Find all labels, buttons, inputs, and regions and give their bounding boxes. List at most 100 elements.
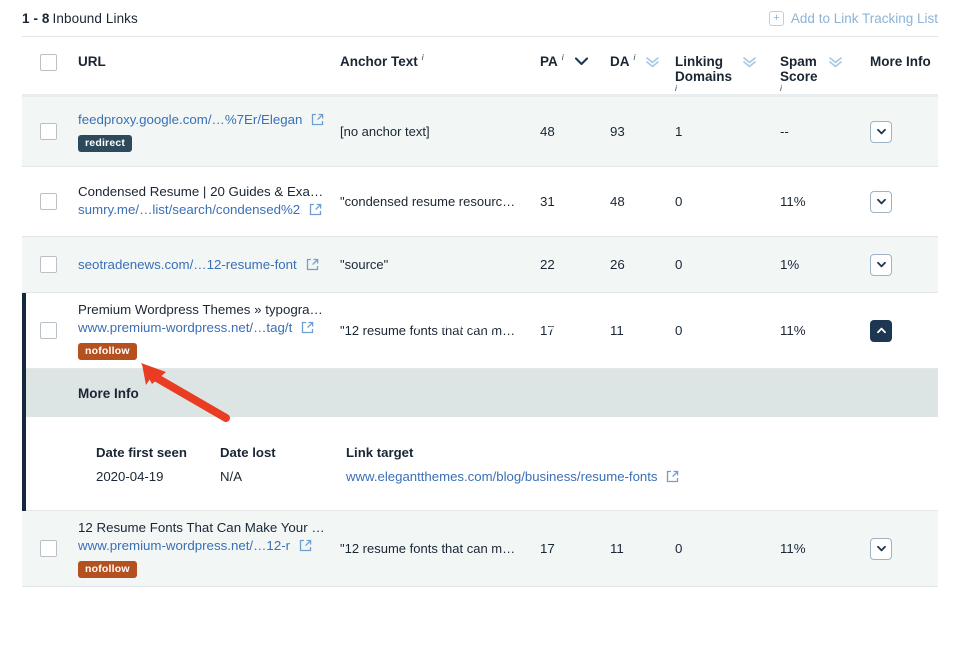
table-row[interactable]: seotradenews.com/…12-resume-font "source… — [22, 237, 938, 293]
table-row[interactable]: 12 Resume Fonts That Can Make Your … www… — [22, 511, 938, 587]
row-anchor-cell: [no anchor text] — [340, 124, 540, 139]
select-all-checkbox[interactable] — [40, 54, 57, 71]
row-url-cell: Condensed Resume | 20 Guides & Exa… sumr… — [78, 184, 340, 219]
row-expand-button[interactable] — [870, 538, 892, 560]
sort-chevron-down-icon-spam-score[interactable] — [828, 56, 843, 68]
row-more-info-cell — [870, 320, 960, 342]
row-badge-nofollow: nofollow — [78, 561, 137, 578]
row-spam-score-value: 11% — [780, 323, 870, 338]
row-url-text: seotradenews.com/…12-resume-font — [78, 257, 297, 272]
row-url-link[interactable]: feedproxy.google.com/…%7Er/Elegan — [78, 112, 324, 127]
column-header-spam-score-label: Spam Score i — [780, 54, 818, 94]
row-anchor-cell: "12 resume fonts that can m… — [340, 541, 540, 556]
external-link-icon[interactable] — [306, 258, 319, 271]
toolbar: 1 - 8Inbound Links + Add to Link Trackin… — [0, 0, 960, 36]
results-range: 1 - 8 — [22, 11, 50, 26]
row-checkbox[interactable] — [40, 256, 57, 273]
column-header-pa-label: PA — [540, 54, 558, 69]
row-badge-redirect: redirect — [78, 135, 132, 152]
row-pa-value: 22 — [540, 257, 610, 272]
row-more-info-cell — [870, 121, 960, 143]
expanded-row-accent-bar — [22, 293, 26, 511]
spam-score-line2: Score — [780, 69, 818, 84]
column-header-pa[interactable]: PA i — [540, 54, 610, 69]
add-to-link-tracking-list-button[interactable]: + Add to Link Tracking List — [769, 11, 938, 26]
row-more-info-cell — [870, 538, 960, 560]
row-url-link[interactable]: seotradenews.com/…12-resume-font — [78, 257, 319, 272]
expanded-row-group: Premium Wordpress Themes » typogra… www.… — [22, 293, 938, 511]
table-row[interactable]: feedproxy.google.com/…%7Er/Elegan redire… — [22, 97, 938, 167]
row-checkbox[interactable] — [40, 193, 57, 210]
column-header-da-label: DA — [610, 54, 630, 69]
row-anchor-text: "condensed resume resourc… — [340, 194, 530, 209]
row-anchor-text: "12 resume fonts that can m… — [340, 323, 530, 338]
external-link-icon[interactable] — [309, 203, 322, 216]
info-icon-anchor-text[interactable]: i — [422, 53, 424, 63]
column-header-url[interactable]: URL — [78, 54, 340, 69]
sort-chevron-down-icon-linking-domains[interactable] — [742, 56, 757, 68]
external-link-icon[interactable] — [666, 470, 679, 483]
select-all-cell[interactable] — [22, 54, 78, 71]
info-icon-spam-score[interactable]: i — [780, 84, 818, 94]
row-da-value: 11 — [610, 541, 675, 556]
info-icon-pa[interactable]: i — [562, 53, 564, 63]
column-header-da[interactable]: DA i — [610, 54, 675, 69]
info-icon-linking-domains[interactable]: i — [675, 84, 732, 94]
date-first-seen-field: Date first seen 2020-04-19 — [96, 445, 220, 484]
column-header-anchor-text[interactable]: Anchor Text i — [340, 54, 540, 69]
row-collapse-button[interactable] — [870, 320, 892, 342]
column-header-linking-domains[interactable]: Linking Domains i — [675, 54, 780, 94]
row-anchor-text: "12 resume fonts that can m… — [340, 541, 530, 556]
column-header-more-info-label: More Info — [870, 54, 931, 69]
row-badge-nofollow: nofollow — [78, 343, 137, 360]
row-select-cell[interactable] — [22, 123, 78, 140]
linking-domains-line2: Domains — [675, 69, 732, 84]
inbound-links-table: URL Anchor Text i PA i DA i Linking Doma… — [22, 36, 938, 587]
results-count: 1 - 8Inbound Links — [22, 11, 138, 26]
link-target-link[interactable]: www.elegantthemes.com/blog/business/resu… — [346, 469, 679, 484]
row-spam-score-value: 1% — [780, 257, 870, 272]
column-header-spam-score[interactable]: Spam Score i — [780, 54, 870, 94]
row-select-cell[interactable] — [22, 322, 78, 339]
sort-chevron-down-icon-pa[interactable] — [574, 56, 589, 67]
row-linking-domains-value: 0 — [675, 541, 780, 556]
row-pa-value: 48 — [540, 124, 610, 139]
row-linking-domains-value: 0 — [675, 323, 780, 338]
row-url-text: www.premium-wordpress.net/…tag/t — [78, 320, 292, 335]
row-da-value: 93 — [610, 124, 675, 139]
row-url-link[interactable]: www.premium-wordpress.net/…12-r — [78, 538, 312, 553]
row-expand-button[interactable] — [870, 121, 892, 143]
row-url-cell: Premium Wordpress Themes » typogra… www.… — [78, 302, 340, 360]
info-icon-da[interactable]: i — [634, 53, 636, 63]
row-expand-button[interactable] — [870, 191, 892, 213]
row-checkbox[interactable] — [40, 540, 57, 557]
table-row[interactable]: Premium Wordpress Themes » typogra… www.… — [22, 293, 938, 369]
table-header-row: URL Anchor Text i PA i DA i Linking Doma… — [22, 37, 938, 97]
table-row[interactable]: Condensed Resume | 20 Guides & Exa… sumr… — [22, 167, 938, 237]
row-url-text: sumry.me/…list/search/condensed%2 — [78, 202, 300, 217]
column-header-url-label: URL — [78, 54, 106, 69]
link-target-field: Link target www.elegantthemes.com/blog/b… — [346, 445, 679, 484]
row-url-link[interactable]: www.premium-wordpress.net/…tag/t — [78, 320, 314, 335]
row-anchor-cell: "condensed resume resourc… — [340, 194, 540, 209]
row-checkbox[interactable] — [40, 123, 57, 140]
row-linking-domains-value: 1 — [675, 124, 780, 139]
row-anchor-text: "source" — [340, 257, 530, 272]
row-select-cell[interactable] — [22, 193, 78, 210]
row-pa-value: 31 — [540, 194, 610, 209]
row-url-link[interactable]: sumry.me/…list/search/condensed%2 — [78, 202, 322, 217]
sort-chevron-down-icon-da[interactable] — [645, 56, 660, 68]
linking-domains-line1: Linking — [675, 54, 723, 69]
row-select-cell[interactable] — [22, 256, 78, 273]
external-link-icon[interactable] — [299, 539, 312, 552]
row-select-cell[interactable] — [22, 540, 78, 557]
row-spam-score-value: 11% — [780, 194, 870, 209]
row-url-text: feedproxy.google.com/…%7Er/Elegan — [78, 112, 302, 127]
external-link-icon[interactable] — [301, 321, 314, 334]
external-link-icon[interactable] — [311, 113, 324, 126]
row-page-title: 12 Resume Fonts That Can Make Your … — [78, 520, 340, 535]
row-checkbox[interactable] — [40, 322, 57, 339]
row-expand-button[interactable] — [870, 254, 892, 276]
results-title: Inbound Links — [53, 11, 138, 26]
spam-score-line1: Spam — [780, 54, 817, 69]
